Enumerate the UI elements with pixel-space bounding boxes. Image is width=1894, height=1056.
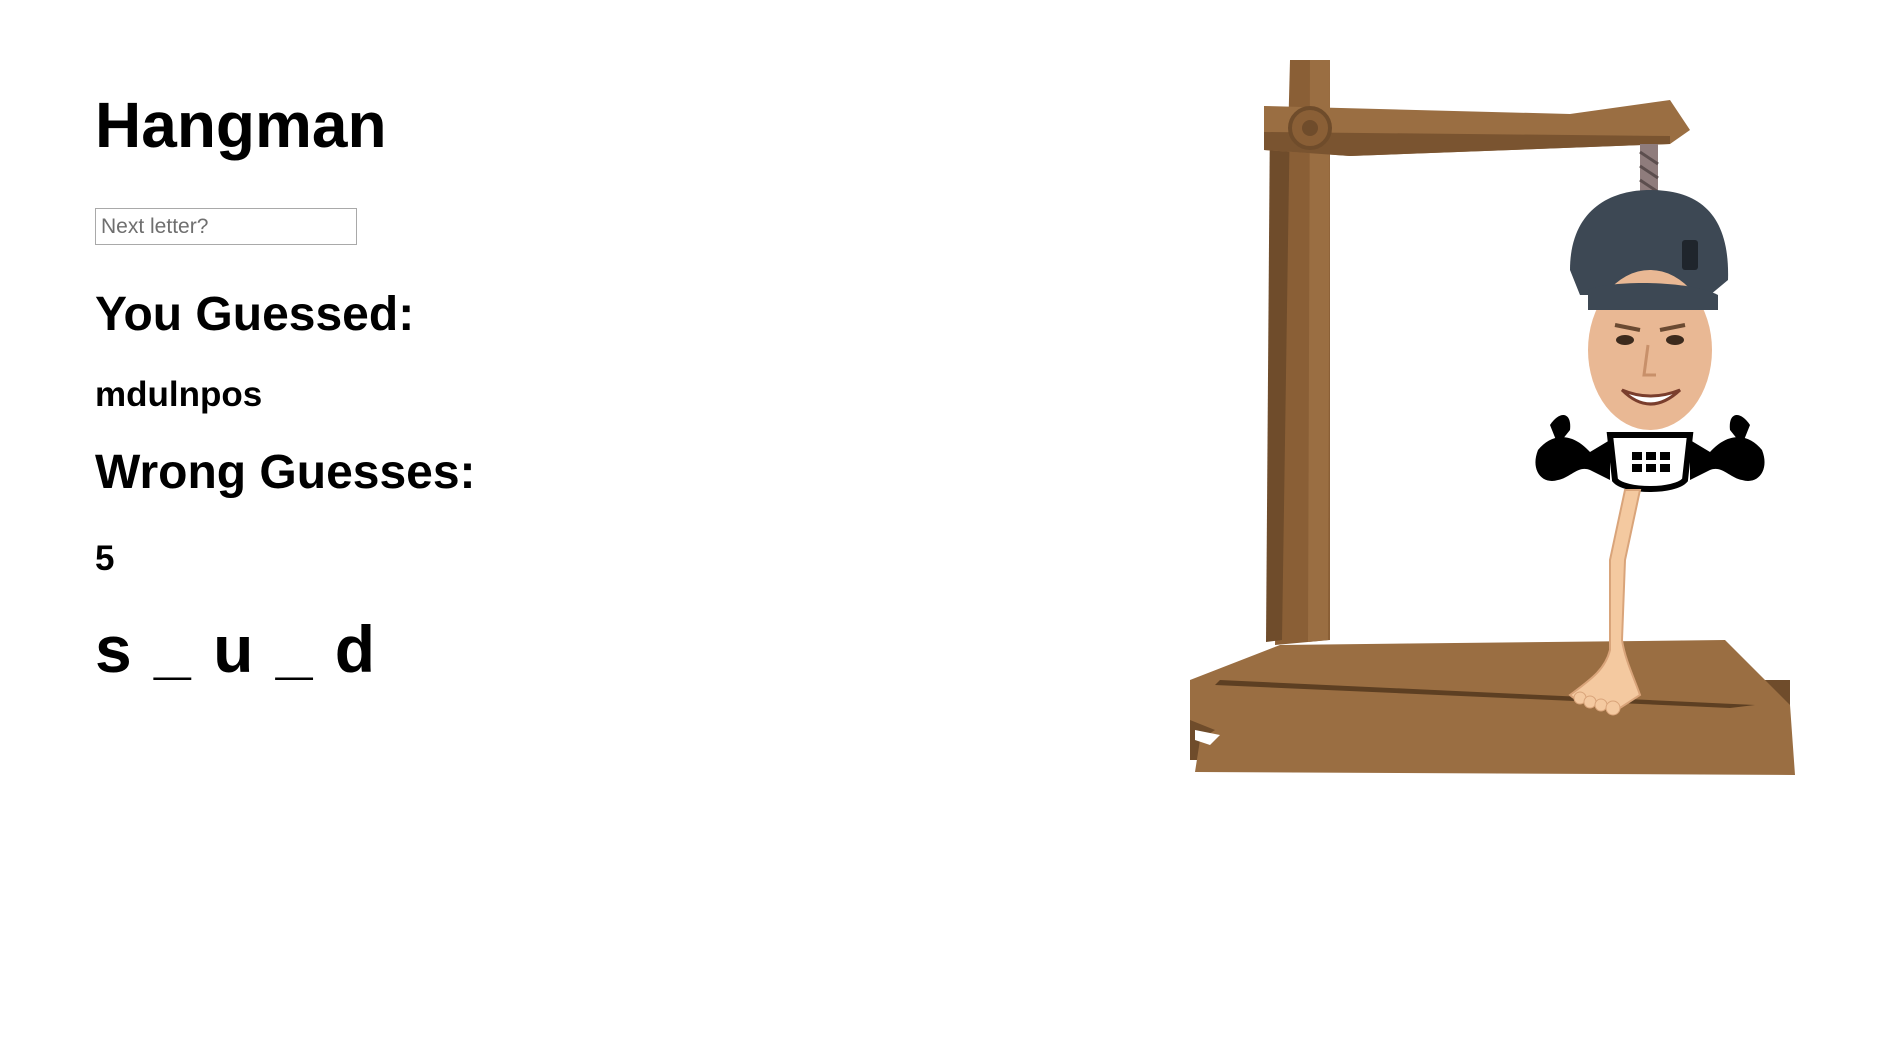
word-display: s _ u _ d [95,612,378,686]
hangman-page: Hangman You Guessed: mdulnpos Wrong Gues… [0,0,1894,1056]
next-letter-input[interactable] [95,208,357,245]
guessed-heading: You Guessed: [95,288,415,341]
head-illustration [1570,190,1729,430]
page-title: Hangman [95,89,387,161]
gallows-base [1190,640,1795,775]
hangman-figure-illustration [1190,60,1795,775]
game-panel: Hangman You Guessed: mdulnpos Wrong Gues… [95,80,795,689]
gallows-beam [1264,100,1690,156]
wrong-guesses-count: 5 [95,539,115,578]
wrong-guesses-heading: Wrong Guesses: [95,446,476,499]
guessed-letters: mdulnpos [95,375,263,414]
